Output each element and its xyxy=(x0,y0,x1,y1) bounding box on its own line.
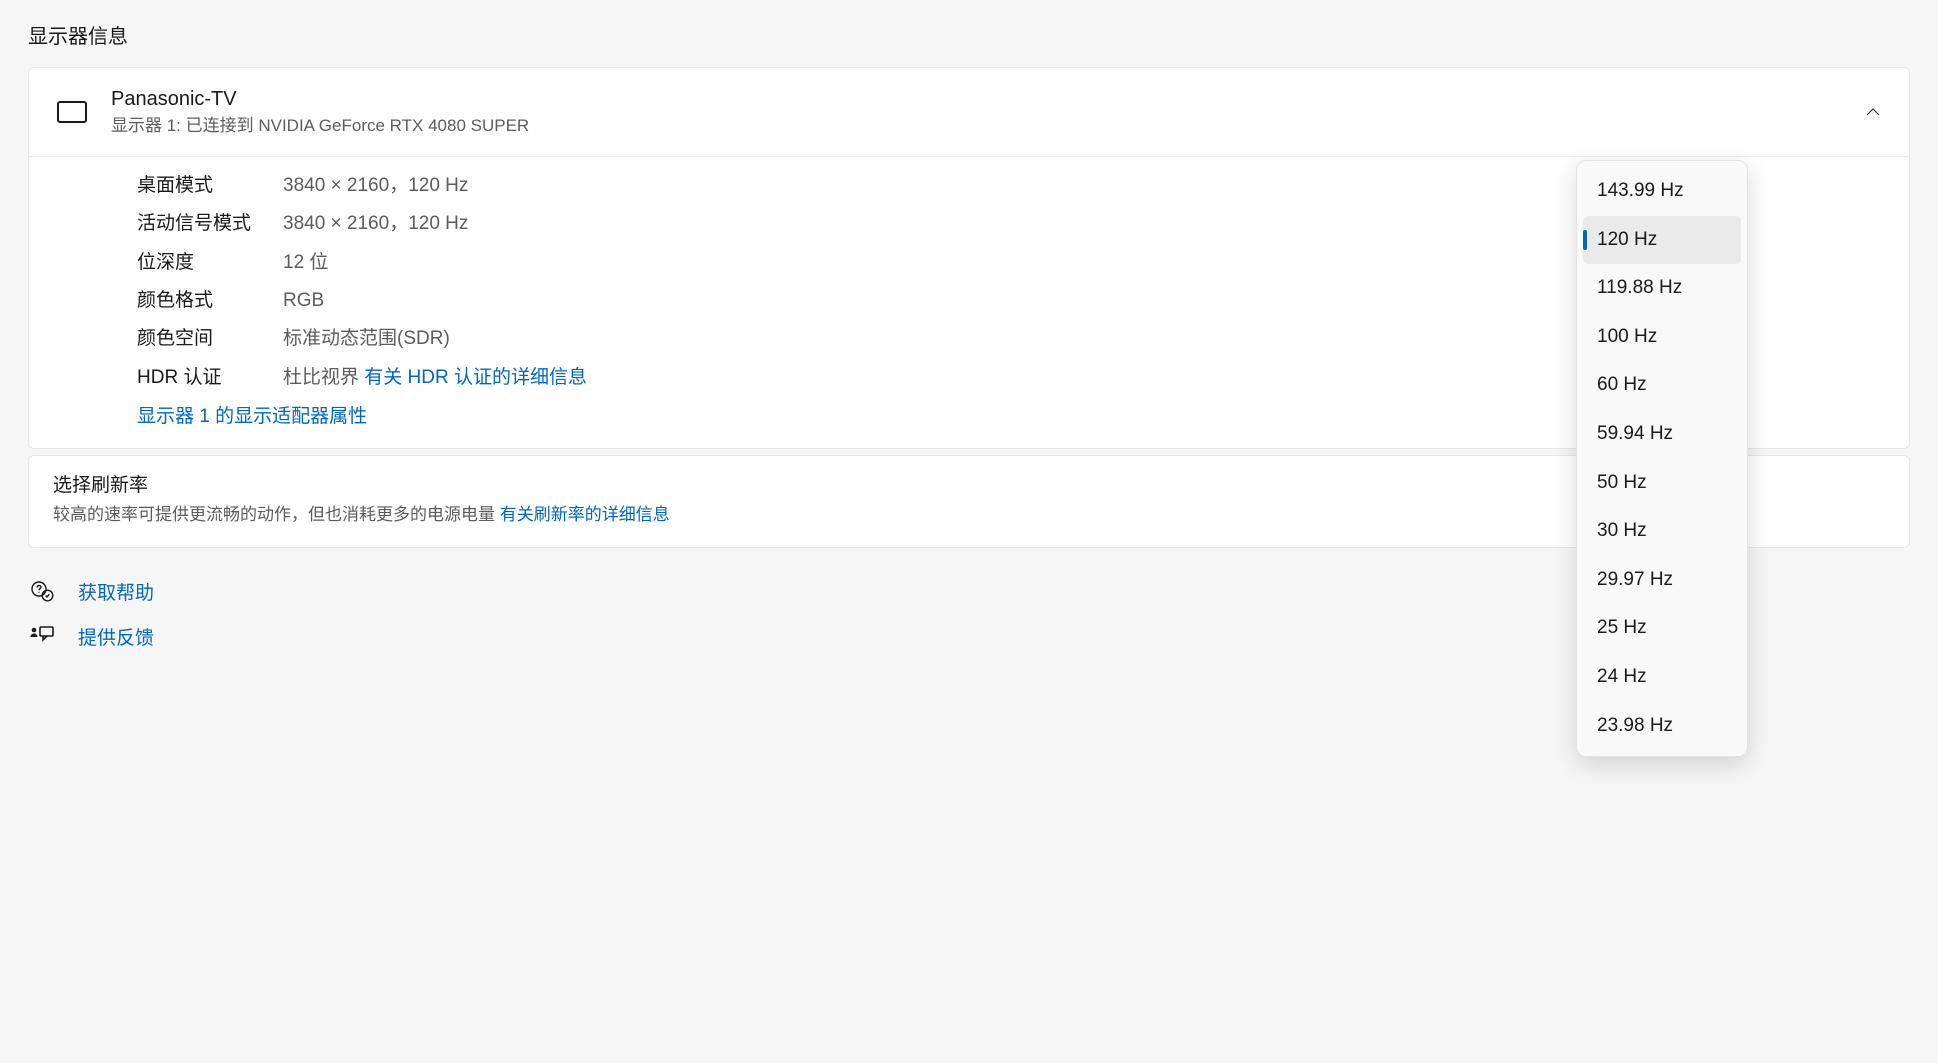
dropdown-option[interactable]: 59.94 Hz xyxy=(1583,410,1741,459)
dropdown-option[interactable]: 29.97 Hz xyxy=(1583,556,1741,605)
info-value: 12 位 xyxy=(283,248,328,278)
info-value: 杜比视界 有关 HDR 认证的详细信息 xyxy=(283,363,587,393)
dropdown-option[interactable]: 30 Hz xyxy=(1583,507,1741,556)
give-feedback-label: 提供反馈 xyxy=(78,623,154,650)
refresh-rate-dropdown[interactable]: 143.99 Hz120 Hz119.88 Hz100 Hz60 Hz59.94… xyxy=(1576,160,1748,757)
feedback-icon xyxy=(28,625,56,647)
dropdown-option[interactable]: 100 Hz xyxy=(1583,313,1741,362)
refresh-subtitle-text: 较高的速率可提供更流畅的动作，但也消耗更多的电源电量 xyxy=(53,505,500,524)
info-label: 位深度 xyxy=(137,248,283,278)
help-icon xyxy=(28,580,56,602)
dropdown-option[interactable]: 143.99 Hz xyxy=(1583,167,1741,216)
dropdown-option[interactable]: 119.88 Hz xyxy=(1583,264,1741,313)
info-value: RGB xyxy=(283,286,324,316)
display-connection: 显示器 1: 已连接到 NVIDIA GeForce RTX 4080 SUPE… xyxy=(111,114,1865,138)
hdr-value-prefix: 杜比视界 xyxy=(283,367,364,388)
info-value: 3840 × 2160，120 Hz xyxy=(283,209,468,239)
dropdown-option[interactable]: 25 Hz xyxy=(1583,604,1741,653)
section-title: 显示器信息 xyxy=(28,20,1910,49)
info-value: 3840 × 2160，120 Hz xyxy=(283,171,468,201)
info-label: 活动信号模式 xyxy=(137,209,283,239)
get-help-label: 获取帮助 xyxy=(78,578,154,605)
chevron-up-icon[interactable] xyxy=(1865,104,1881,120)
info-label: 桌面模式 xyxy=(137,171,283,201)
info-label: 颜色空间 xyxy=(137,324,283,354)
info-label: HDR 认证 xyxy=(137,363,283,393)
dropdown-option[interactable]: 60 Hz xyxy=(1583,361,1741,410)
info-label: 颜色格式 xyxy=(137,286,283,316)
dropdown-option[interactable]: 23.98 Hz xyxy=(1583,702,1741,751)
display-header-text: Panasonic-TV 显示器 1: 已连接到 NVIDIA GeForce … xyxy=(111,86,1865,138)
hdr-details-link[interactable]: 有关 HDR 认证的详细信息 xyxy=(364,367,587,388)
display-name: Panasonic-TV xyxy=(111,86,1865,112)
display-card-header[interactable]: Panasonic-TV 显示器 1: 已连接到 NVIDIA GeForce … xyxy=(29,68,1909,157)
refresh-rate-details-link[interactable]: 有关刷新率的详细信息 xyxy=(500,505,670,524)
monitor-icon xyxy=(57,101,87,123)
dropdown-option[interactable]: 120 Hz xyxy=(1583,216,1741,265)
dropdown-option[interactable]: 24 Hz xyxy=(1583,653,1741,702)
info-value: 标准动态范围(SDR) xyxy=(283,324,450,354)
dropdown-option[interactable]: 50 Hz xyxy=(1583,459,1741,508)
